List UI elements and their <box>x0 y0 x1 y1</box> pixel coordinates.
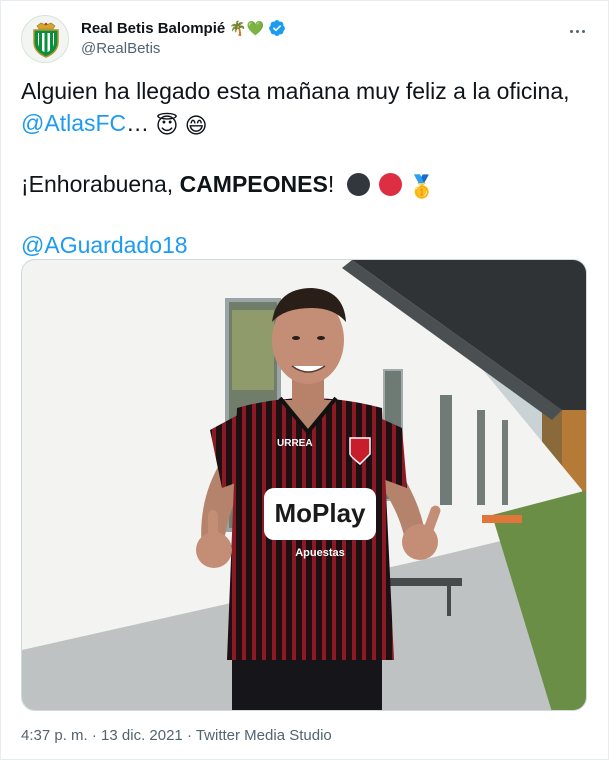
tweet-text: Alguien ha llegado esta mañana muy feliz… <box>21 75 587 261</box>
red-circle-emoji <box>379 173 402 196</box>
tweet-time-link[interactable]: 4:37 p. m. <box>21 727 88 744</box>
betis-crest-logo <box>22 16 68 62</box>
tweet-source-link[interactable]: Twitter Media Studio <box>196 727 332 744</box>
verified-badge-icon[interactable] <box>268 19 286 37</box>
tweet-line-3: @AGuardado18 <box>21 229 587 261</box>
tweet-line-1: Alguien ha llegado esta mañana muy feliz… <box>21 75 587 142</box>
jersey-sponsor-sub: Apuestas <box>295 547 345 559</box>
footer-separator: · <box>182 727 196 744</box>
jersey-urrea-text: URREA <box>277 438 313 449</box>
jersey-sponsor-text: MoPlay <box>274 498 366 528</box>
more-options-icon[interactable] <box>565 19 589 43</box>
tweet-date-link[interactable]: 13 dic. 2021 <box>101 727 183 744</box>
ellipsis: … <box>126 110 150 136</box>
medal-emoji: 🥇 <box>408 174 436 199</box>
mention-atlasfc-link[interactable]: @AtlasFC <box>21 110 126 136</box>
display-name-row: Real Betis Balompié 🌴💚 <box>81 17 286 39</box>
tweet-card: Real Betis Balompié 🌴💚 @RealBetis Alguie… <box>0 0 609 760</box>
tweet-header: Real Betis Balompié 🌴💚 @RealBetis <box>21 15 591 65</box>
tweet-photo[interactable]: MoPlay Apuestas URREA <box>21 259 587 711</box>
emojis-angel-grin: 😇 😄 <box>155 113 208 138</box>
name-emojis: 🌴💚 <box>229 20 265 36</box>
tweet-line-2: ¡Enhorabuena, CAMPEONES! 🥇 <box>21 168 587 203</box>
display-name[interactable]: Real Betis Balompié <box>81 20 225 37</box>
avatar[interactable] <box>21 15 69 63</box>
congrats-prefix: ¡Enhorabuena, <box>21 171 180 197</box>
congrats-suffix: ! <box>327 171 335 197</box>
footer-separator: · <box>87 727 102 744</box>
account-handle[interactable]: @RealBetis <box>81 40 286 57</box>
tweet-footer: 4:37 p. m. · 13 dic. 2021 · Twitter Medi… <box>21 727 332 744</box>
congrats-bold: CAMPEONES <box>179 171 328 197</box>
photo-player-thumbs-up: MoPlay Apuestas URREA <box>22 260 586 710</box>
account-names: Real Betis Balompié 🌴💚 @RealBetis <box>81 17 286 57</box>
black-circle-emoji <box>346 173 370 196</box>
mention-aguardado18-link[interactable]: @AGuardado18 <box>21 232 188 258</box>
tweet-line-1-text: Alguien ha llegado esta mañana muy feliz… <box>21 78 570 104</box>
